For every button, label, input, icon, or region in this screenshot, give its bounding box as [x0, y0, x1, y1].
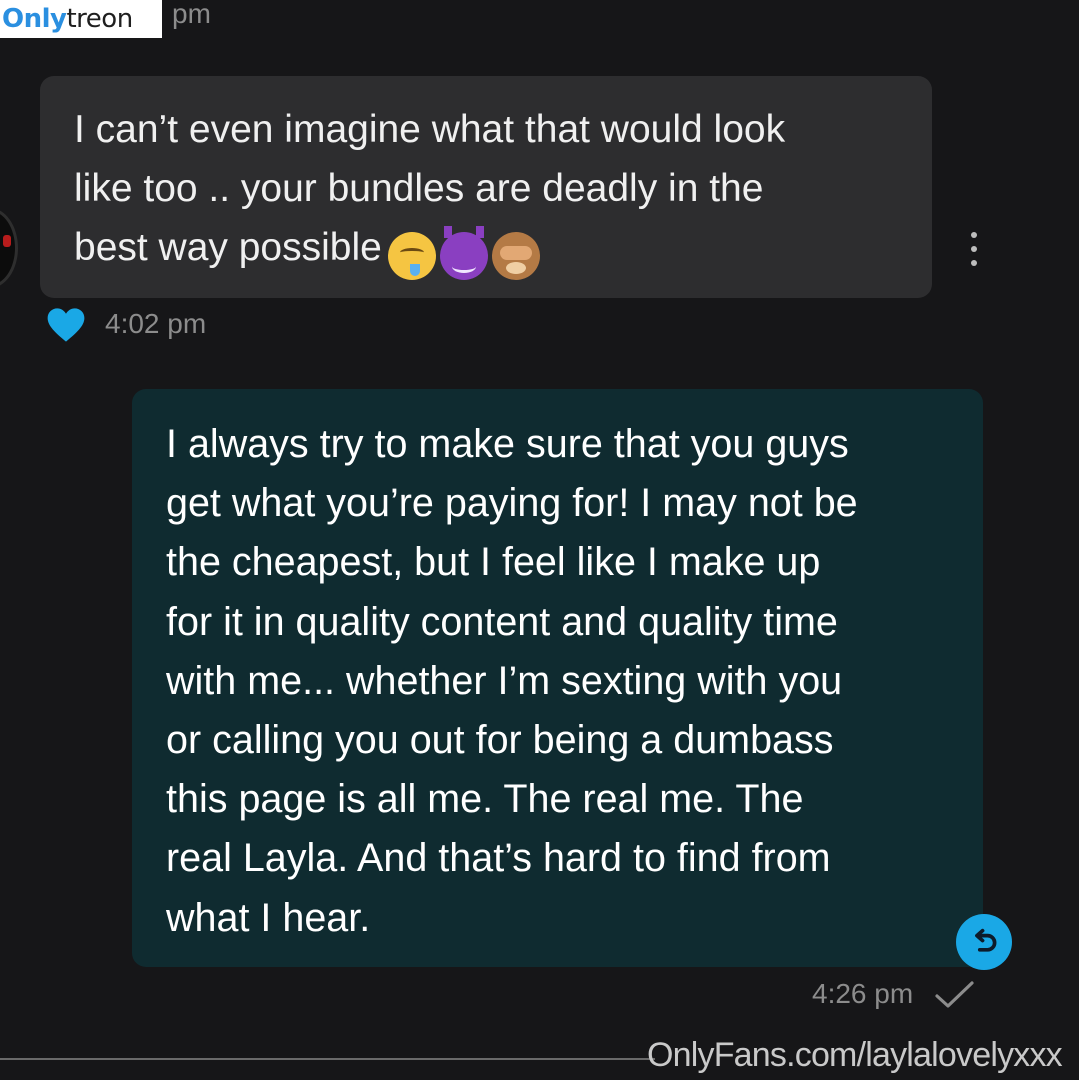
more-options-icon[interactable]: [968, 232, 980, 266]
watermark-logo: Only treon: [0, 0, 162, 38]
emoji-row: [387, 225, 540, 280]
outgoing-message-time: 4:26 pm: [812, 978, 914, 1009]
watermark-logo-bold: Only: [2, 4, 67, 34]
watermark-url: OnlyFans.com/laylalovelyxxx: [647, 1036, 1063, 1074]
incoming-message-time: 4:02 pm: [105, 308, 207, 339]
undo-arrow-icon: [975, 928, 997, 952]
outgoing-message-text: I always try to make sure that you guys …: [166, 422, 858, 940]
incoming-message-bubble[interactable]: I can’t even imagine what that would loo…: [40, 76, 932, 298]
check-icon: [935, 981, 974, 1008]
heart-icon[interactable]: [45, 304, 87, 346]
drooling-face-emoji: [387, 231, 436, 280]
avatar[interactable]: [0, 208, 18, 288]
smiling-devil-emoji: [439, 225, 488, 280]
watermark-logo-light: treon: [66, 4, 133, 34]
outgoing-message-bubble[interactable]: I always try to make sure that you guys …: [132, 389, 983, 967]
previous-message-time: pm: [172, 0, 211, 29]
divider: [0, 1058, 655, 1060]
reply-button[interactable]: [956, 914, 1012, 970]
see-no-evil-monkey-emoji: [491, 231, 540, 280]
